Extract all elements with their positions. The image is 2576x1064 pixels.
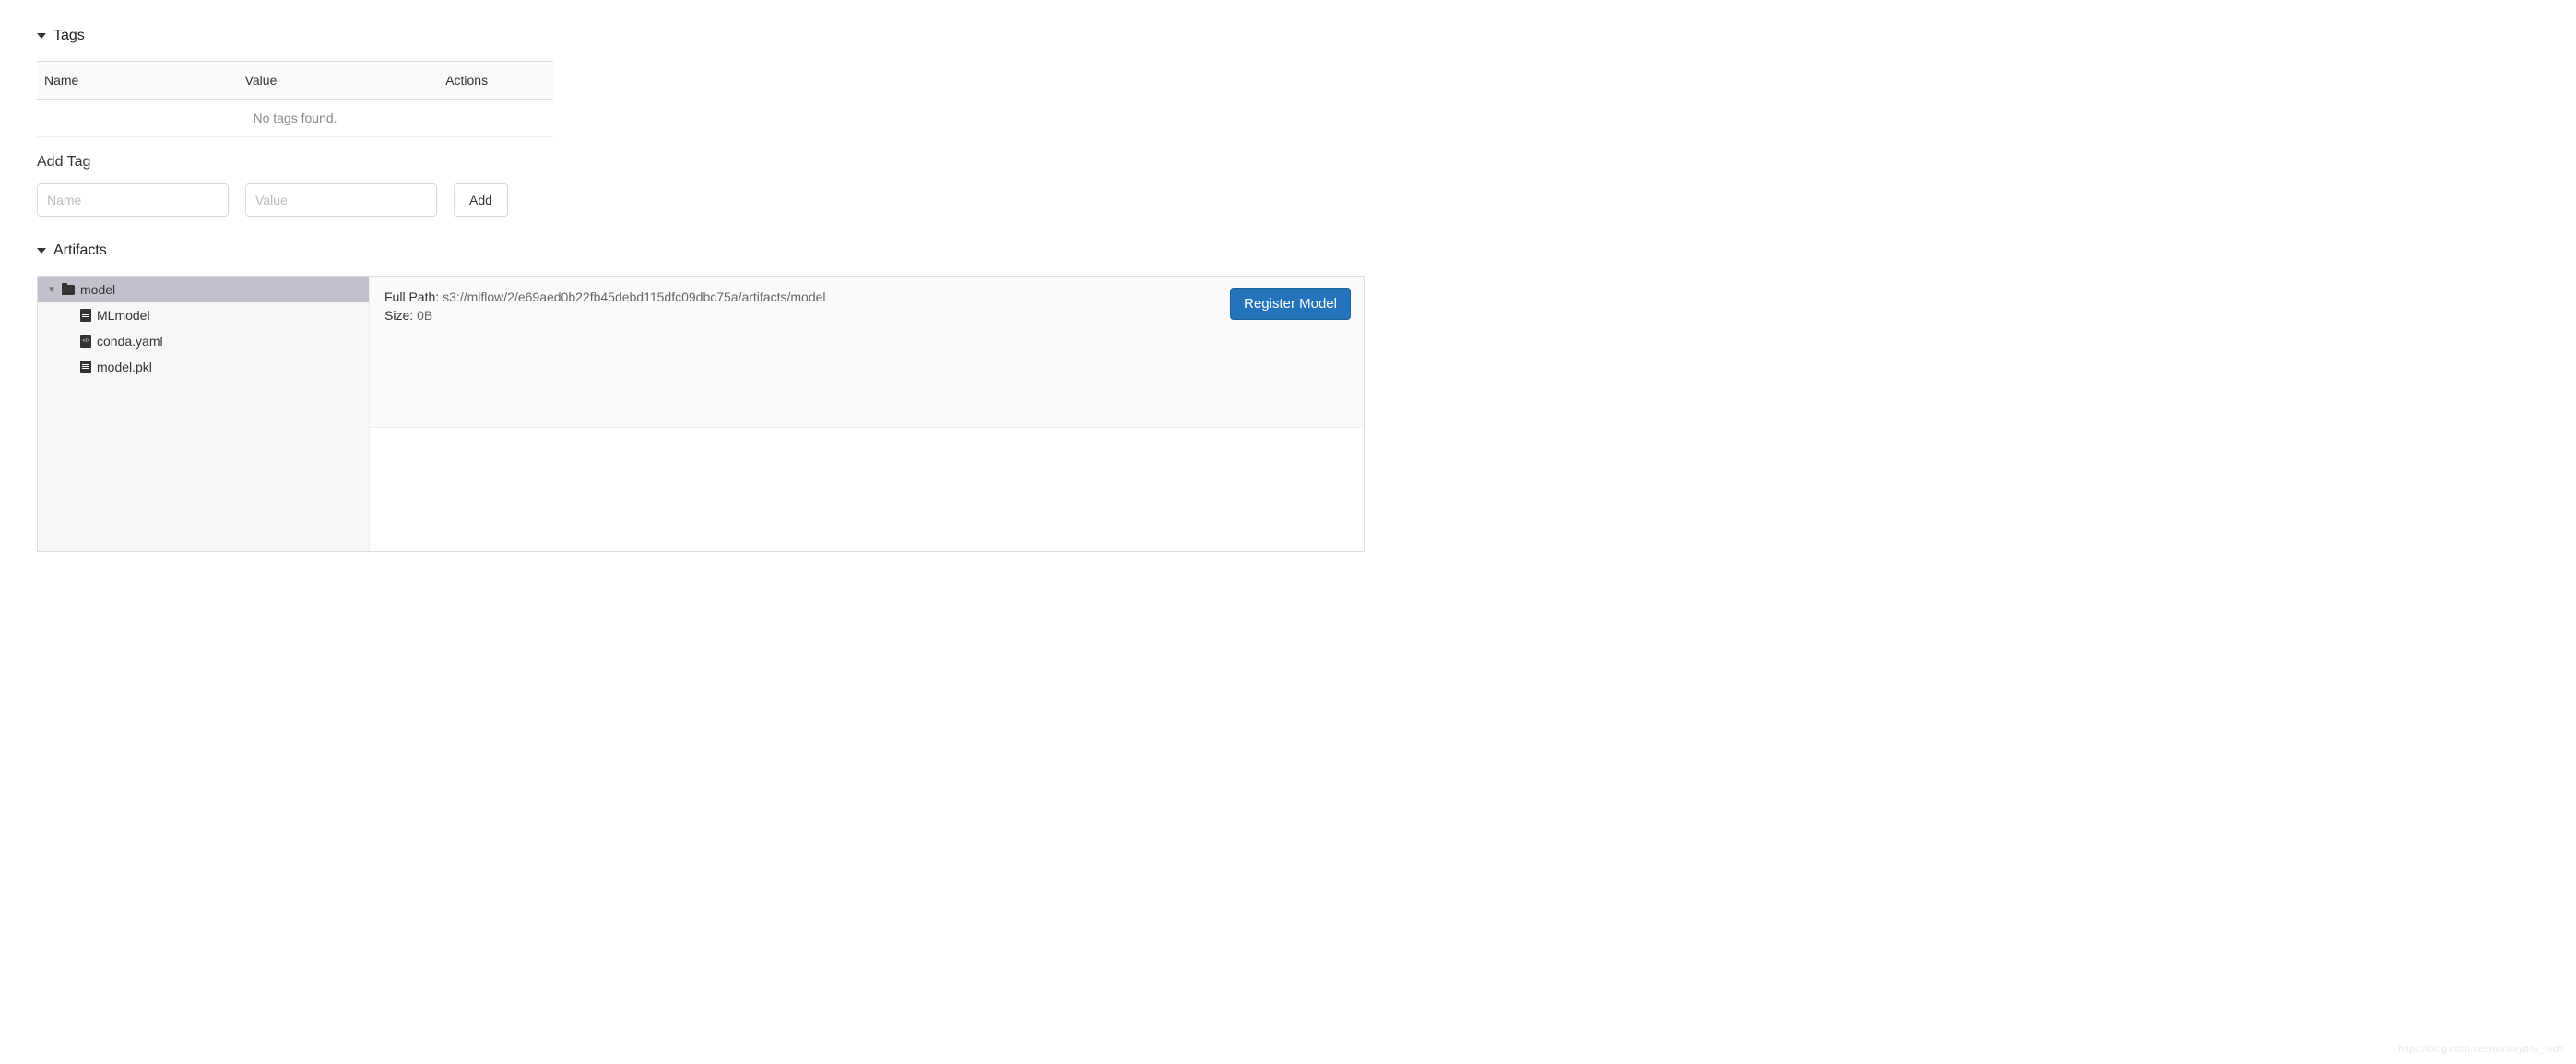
add-tag-form: Add bbox=[37, 183, 553, 217]
add-tag-button[interactable]: Add bbox=[454, 183, 508, 217]
tree-node-model-pkl[interactable]: model.pkl bbox=[38, 354, 369, 380]
tree-node-label: MLmodel bbox=[97, 308, 150, 323]
folder-icon bbox=[62, 285, 75, 295]
tree-node-model[interactable]: ▼ model bbox=[38, 277, 369, 302]
tree-expand-icon: ▼ bbox=[47, 285, 56, 295]
tree-node-label: conda.yaml bbox=[97, 334, 163, 349]
tree-node-label: model bbox=[80, 282, 115, 297]
col-value: Value bbox=[245, 73, 446, 88]
artifacts-tree: ▼ model MLmodel conda.yaml model.pkl bbox=[38, 277, 370, 551]
code-file-icon bbox=[80, 335, 91, 348]
tag-value-input[interactable] bbox=[245, 183, 437, 217]
tag-name-input[interactable] bbox=[37, 183, 229, 217]
artifacts-title: Artifacts bbox=[53, 242, 107, 259]
file-icon bbox=[80, 309, 91, 322]
artifacts-section-toggle[interactable]: Artifacts bbox=[37, 242, 2539, 259]
tags-table-header: Name Value Actions bbox=[37, 62, 553, 100]
file-icon bbox=[80, 361, 91, 373]
tags-empty-message: No tags found. bbox=[37, 100, 553, 136]
tags-section-toggle[interactable]: Tags bbox=[37, 28, 553, 44]
tree-node-label: model.pkl bbox=[97, 360, 152, 374]
col-actions: Actions bbox=[445, 73, 546, 88]
tree-node-mlmodel[interactable]: MLmodel bbox=[38, 302, 369, 328]
size-label: Size: bbox=[384, 308, 413, 323]
caret-down-icon bbox=[37, 33, 46, 39]
watermark: https://blog.csdn.net/monkeyboy_tech bbox=[2398, 1045, 2563, 1055]
tags-title: Tags bbox=[53, 28, 85, 44]
tree-node-conda-yaml[interactable]: conda.yaml bbox=[38, 328, 369, 354]
col-name: Name bbox=[44, 73, 245, 88]
full-path-label: Full Path: bbox=[384, 290, 439, 304]
add-tag-title: Add Tag bbox=[37, 154, 553, 171]
size-value: 0B bbox=[417, 308, 432, 323]
caret-down-icon bbox=[37, 248, 46, 254]
artifacts-body bbox=[370, 428, 1364, 552]
full-path-value: s3://mlflow/2/e69aed0b22fb45debd115dfc09… bbox=[443, 290, 825, 304]
tags-table: Name Value Actions No tags found. bbox=[37, 61, 553, 137]
artifacts-detail: Full Path: s3://mlflow/2/e69aed0b22fb45d… bbox=[370, 277, 1364, 428]
artifacts-panel: ▼ model MLmodel conda.yaml model.pkl Ful… bbox=[37, 276, 1365, 552]
register-model-button[interactable]: Register Model bbox=[1230, 288, 1351, 320]
